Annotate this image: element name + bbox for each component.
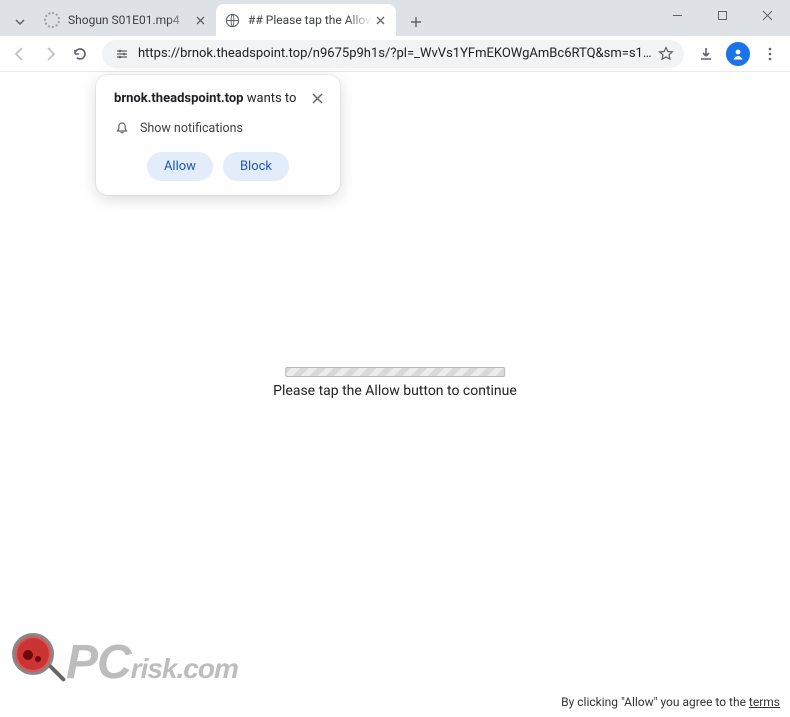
disclosure-text: By clicking "Allow" you agree to the ter… [561,695,780,709]
toolbar: https://brnok.theadspoint.top/n9675p9h1s… [0,36,790,72]
bell-icon [114,120,130,136]
titlebar: Shogun S01E01.mp4 ## Please tap the Allo… [0,0,790,36]
watermark-logo: PCrisk.com [12,633,238,691]
disclosure-prefix: By clicking "Allow" you agree to the [561,695,749,709]
permission-title: brnok.theadspoint.top wants to [114,91,322,106]
page-viewport: brnok.theadspoint.top wants to Show noti… [0,72,790,717]
arrow-left-icon [12,46,28,62]
tab-search-button[interactable] [8,8,32,36]
download-icon [698,46,714,62]
tab-title: ## Please tap the Allow button [248,13,372,27]
page-content: Please tap the Allow button to continue [273,367,517,399]
maximize-icon [717,10,728,21]
url-text: https://brnok.theadspoint.top/n9675p9h1s… [138,46,652,61]
forward-button[interactable] [36,40,64,68]
permission-suffix: wants to [244,91,297,106]
menu-button[interactable] [756,40,784,68]
progress-bar [285,367,505,377]
address-bar[interactable]: https://brnok.theadspoint.top/n9675p9h1s… [102,40,684,68]
bookmark-button[interactable] [658,46,674,62]
magnifier-icon [12,633,70,691]
globe-icon [224,12,240,28]
allow-button[interactable]: Allow [147,152,213,181]
downloads-button[interactable] [692,40,720,68]
watermark-dotcom: .com [177,653,238,684]
person-icon [731,47,745,61]
minimize-button[interactable] [655,0,700,30]
permission-row: Show notifications [114,120,322,136]
plus-icon [410,16,422,28]
close-icon [196,16,205,25]
watermark-pc: PC [66,636,131,689]
tab-close-button[interactable] [372,12,388,28]
permission-close-button[interactable] [308,89,326,107]
reload-icon [72,46,88,62]
window-controls [655,0,790,36]
close-icon [312,93,323,104]
page-message: Please tap the Allow button to continue [273,383,517,399]
close-icon [376,16,385,25]
site-settings-icon[interactable] [112,44,132,64]
terms-link[interactable]: terms [749,695,780,709]
permission-origin: brnok.theadspoint.top [114,91,244,106]
tab-active[interactable]: ## Please tap the Allow button [216,4,396,36]
arrow-right-icon [42,46,58,62]
tab-inactive[interactable]: Shogun S01E01.mp4 [36,4,216,36]
close-window-button[interactable] [745,0,790,30]
profile-avatar[interactable] [726,42,750,66]
reload-button[interactable] [66,40,94,68]
close-icon [762,10,773,21]
back-button[interactable] [6,40,34,68]
block-button[interactable]: Block [223,152,289,181]
permission-row-label: Show notifications [140,121,243,136]
star-icon [658,46,674,62]
new-tab-button[interactable] [402,8,430,36]
permission-actions: Allow Block [114,152,322,181]
maximize-button[interactable] [700,0,745,30]
loading-spinner-icon [44,12,60,28]
tab-close-button[interactable] [192,12,208,28]
tab-title: Shogun S01E01.mp4 [68,13,192,27]
chevron-down-icon [14,16,26,28]
watermark-text: PCrisk.com [66,635,238,690]
kebab-icon [762,46,778,62]
permission-dialog: brnok.theadspoint.top wants to Show noti… [96,75,340,195]
minimize-icon [672,10,683,21]
watermark-risk: risk [131,653,177,684]
